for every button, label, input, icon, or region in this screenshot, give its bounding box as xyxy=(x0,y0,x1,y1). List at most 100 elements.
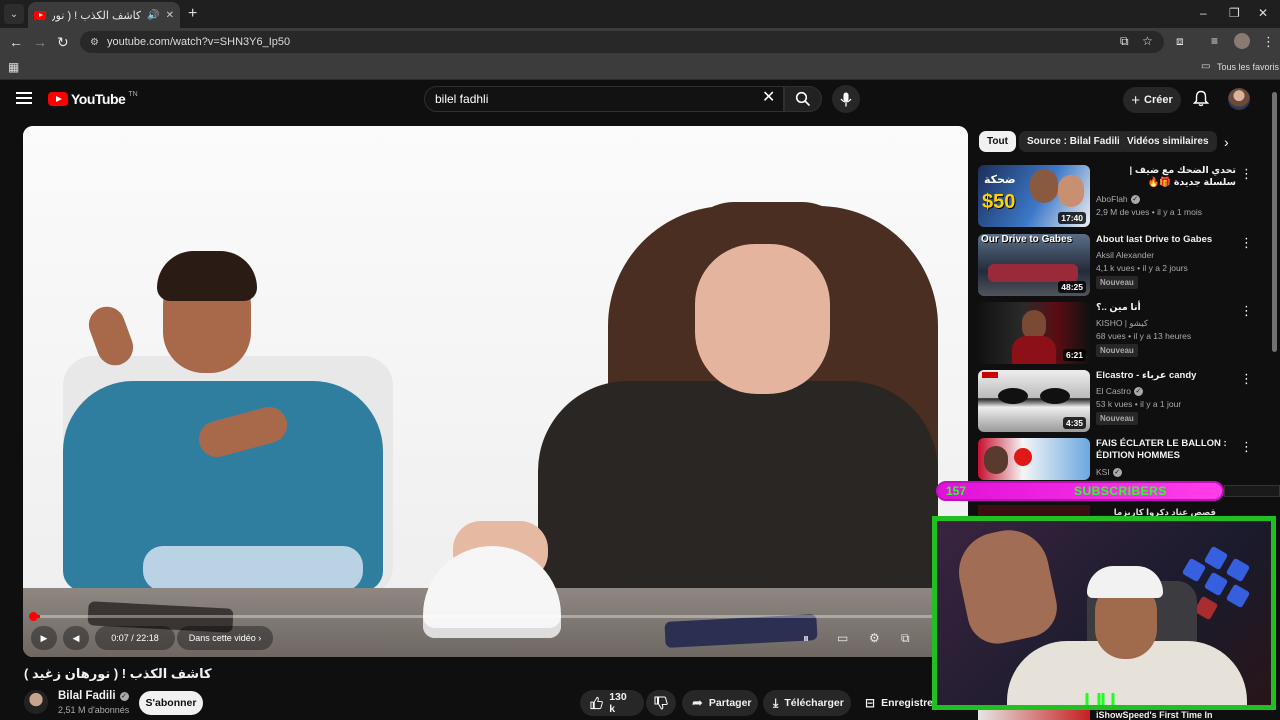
recommendation-item[interactable]: FAIS ÉCLATER LE BALLON : ÉDITION HOMMES … xyxy=(978,438,1258,480)
url-text: youtube.com/watch?v=SHN3Y6_Ip50 xyxy=(106,36,291,48)
play-button[interactable]: ▶ xyxy=(31,626,57,650)
site-info-icon[interactable]: ⚙ xyxy=(90,37,99,48)
recommendation-title[interactable]: Elcastro - عرباء candy xyxy=(1096,370,1236,382)
address-bar[interactable]: ⚙ youtube.com/watch?v=SHN3Y6_Ip50 xyxy=(80,31,1164,53)
chip-source[interactable]: Source : Bilal Fadili xyxy=(1019,131,1128,152)
reload-icon[interactable]: ↻ xyxy=(57,34,69,51)
subscribe-button[interactable]: S'abonner xyxy=(139,691,203,715)
page-scrollbar[interactable] xyxy=(1272,92,1277,352)
recommendation-channel[interactable]: Aksil Alexander xyxy=(1096,250,1154,260)
more-actions-icon[interactable]: ⋮ xyxy=(1240,372,1253,385)
recommendation-title[interactable]: About last Drive to Gabes xyxy=(1096,234,1236,246)
extensions-icon[interactable]: ⧈ xyxy=(1176,34,1184,49)
download-button[interactable]: ⤓ Télécharger xyxy=(763,690,851,716)
search-button[interactable] xyxy=(784,86,822,112)
thumb-balloon xyxy=(1014,448,1032,466)
new-badge: Nouveau xyxy=(1096,412,1138,425)
youtube-favicon-icon xyxy=(34,10,46,20)
search-input[interactable]: bilel fadhli xyxy=(424,86,784,112)
restore-button[interactable]: ❐ xyxy=(1229,6,1240,20)
install-app-icon[interactable]: ⧉ xyxy=(1120,34,1129,49)
thumbs-down-icon xyxy=(654,696,668,710)
chevron-right-icon[interactable]: › xyxy=(1224,134,1229,150)
like-button[interactable]: 130 k xyxy=(580,690,644,716)
autoplay-toggle-icon[interactable]: ⏸ xyxy=(803,631,809,646)
dislike-button[interactable] xyxy=(646,690,676,716)
share-button[interactable]: ➦ Partager xyxy=(682,690,758,716)
thumb-title-text: Our Drive to Gabes xyxy=(981,234,1073,245)
video-thumbnail[interactable]: 4:35 xyxy=(978,370,1090,432)
chip-related[interactable]: Vidéos similaires xyxy=(1119,131,1217,152)
recommendation-channel[interactable]: KSI ✓ xyxy=(1096,467,1122,477)
channel-text: KSI xyxy=(1096,467,1110,477)
thumb-eye xyxy=(998,388,1028,404)
minimize-button[interactable]: – xyxy=(1200,6,1207,20)
partial-thumbnail xyxy=(978,710,1090,720)
progress-scrubber[interactable] xyxy=(29,612,38,621)
all-bookmarks-link[interactable]: Tous les favoris xyxy=(1217,62,1279,72)
recommendation-title[interactable]: أنا مين ..؟ xyxy=(1096,302,1236,314)
speaker-icon[interactable]: 🔊 xyxy=(147,10,159,21)
channel-text: El Castro xyxy=(1096,386,1131,396)
forward-arrow-icon[interactable]: → xyxy=(33,34,47,50)
create-button[interactable]: + Créer xyxy=(1123,87,1181,113)
recommendation-channel[interactable]: AboFlah ✓ xyxy=(1096,194,1140,204)
recommendation-title[interactable]: تحدي الضحك مع ضيف | سلسلة جديدة 🎁🔥 xyxy=(1096,165,1236,189)
video-thumbnail[interactable]: ضحكة $50 17:40 xyxy=(978,165,1090,227)
video-person-right-hand xyxy=(738,334,808,389)
browser-menu-icon[interactable]: ⋮ xyxy=(1262,34,1275,50)
streamer-logo-icon xyxy=(1085,693,1115,705)
more-actions-icon[interactable]: ⋮ xyxy=(1240,236,1253,249)
miniplayer-icon[interactable]: ⧉ xyxy=(901,631,910,646)
youtube-play-icon xyxy=(48,92,68,106)
progress-bar[interactable] xyxy=(35,615,956,618)
notifications-bell-icon[interactable] xyxy=(1193,90,1209,107)
recommendation-title[interactable]: FAIS ÉCLATER LE BALLON : ÉDITION HOMMES xyxy=(1096,438,1236,462)
recommendation-item[interactable]: 6:21 أنا مين ..؟ KISHO | كيشو 68 vues • … xyxy=(978,302,1258,364)
folder-icon: ▭ xyxy=(1201,61,1211,72)
more-actions-icon[interactable]: ⋮ xyxy=(1240,440,1253,453)
save-icon: ⊟ xyxy=(865,696,876,710)
recommendation-item[interactable]: Our Drive to Gabes 48:25 About last Driv… xyxy=(978,234,1258,296)
guide-menu-icon[interactable] xyxy=(16,92,32,104)
account-avatar[interactable] xyxy=(1228,88,1250,110)
reading-list-icon[interactable]: ≡ xyxy=(1211,34,1218,48)
back-arrow-icon[interactable]: ← xyxy=(9,34,23,50)
save-button[interactable]: ⊟ Enregistrer xyxy=(855,690,937,716)
active-tab[interactable]: كاشف الكذب ! ( نورهان زغيد ) 🔊 ✕ xyxy=(28,2,180,28)
profile-avatar[interactable] xyxy=(1234,33,1250,49)
youtube-logo[interactable]: YouTube TN xyxy=(48,91,138,107)
video-player[interactable]: ▶ ◀ 0:07 / 22:18 Dans cette vidéo › ⏸ ▭ … xyxy=(23,126,968,657)
recommendation-channel[interactable]: KISHO | كيشو xyxy=(1096,318,1148,329)
chapter-button[interactable]: Dans cette vidéo › xyxy=(177,626,273,650)
clear-search-icon[interactable]: ✕ xyxy=(762,90,775,106)
apps-grid-icon[interactable]: ▦ xyxy=(8,60,19,74)
video-thumbnail[interactable] xyxy=(978,438,1090,480)
new-tab-button[interactable]: + xyxy=(188,5,197,23)
recommendation-item[interactable]: 4:35 Elcastro - عرباء candy El Castro ✓ … xyxy=(978,370,1258,432)
subtitles-icon[interactable]: ▭ xyxy=(837,631,848,645)
channel-name[interactable]: Bilal Fadili ✓ xyxy=(58,690,129,702)
partial-recommendation-bottom[interactable]: iShowSpeed's First Time In xyxy=(978,710,1278,720)
tab-close-icon[interactable]: ✕ xyxy=(166,10,174,21)
more-actions-icon[interactable]: ⋮ xyxy=(1240,167,1253,180)
close-window-button[interactable]: ✕ xyxy=(1258,6,1268,20)
browser-toolbar: ← → ↻ ⚙ youtube.com/watch?v=SHN3Y6_Ip50 … xyxy=(0,28,1280,56)
video-thumbnail[interactable]: 6:21 xyxy=(978,302,1090,364)
subscriber-count: 2,51 M d'abonnés xyxy=(58,705,130,715)
volume-button[interactable]: ◀ xyxy=(63,626,89,650)
recommendation-channel[interactable]: El Castro ✓ xyxy=(1096,386,1143,396)
recommendation-item[interactable]: ضحكة $50 17:40 تحدي الضحك مع ضيف | سلسلة… xyxy=(978,165,1258,227)
voice-search-button[interactable] xyxy=(832,85,860,113)
time-display: 0:07 / 22:18 xyxy=(95,626,175,650)
channel-avatar[interactable] xyxy=(24,690,48,714)
bookmark-star-icon[interactable]: ☆ xyxy=(1142,34,1153,48)
more-actions-icon[interactable]: ⋮ xyxy=(1240,304,1253,317)
streamer-cap xyxy=(1087,566,1163,598)
download-label: Télécharger xyxy=(784,697,844,709)
video-thumbnail[interactable]: Our Drive to Gabes 48:25 xyxy=(978,234,1090,296)
browser-tabstrip: ⌄ كاشف الكذب ! ( نورهان زغيد ) 🔊 ✕ + – ❐… xyxy=(0,0,1280,28)
chip-all[interactable]: Tout xyxy=(979,131,1016,152)
settings-gear-icon[interactable]: ⚙ xyxy=(869,631,880,645)
tab-search-button[interactable]: ⌄ xyxy=(4,4,24,24)
